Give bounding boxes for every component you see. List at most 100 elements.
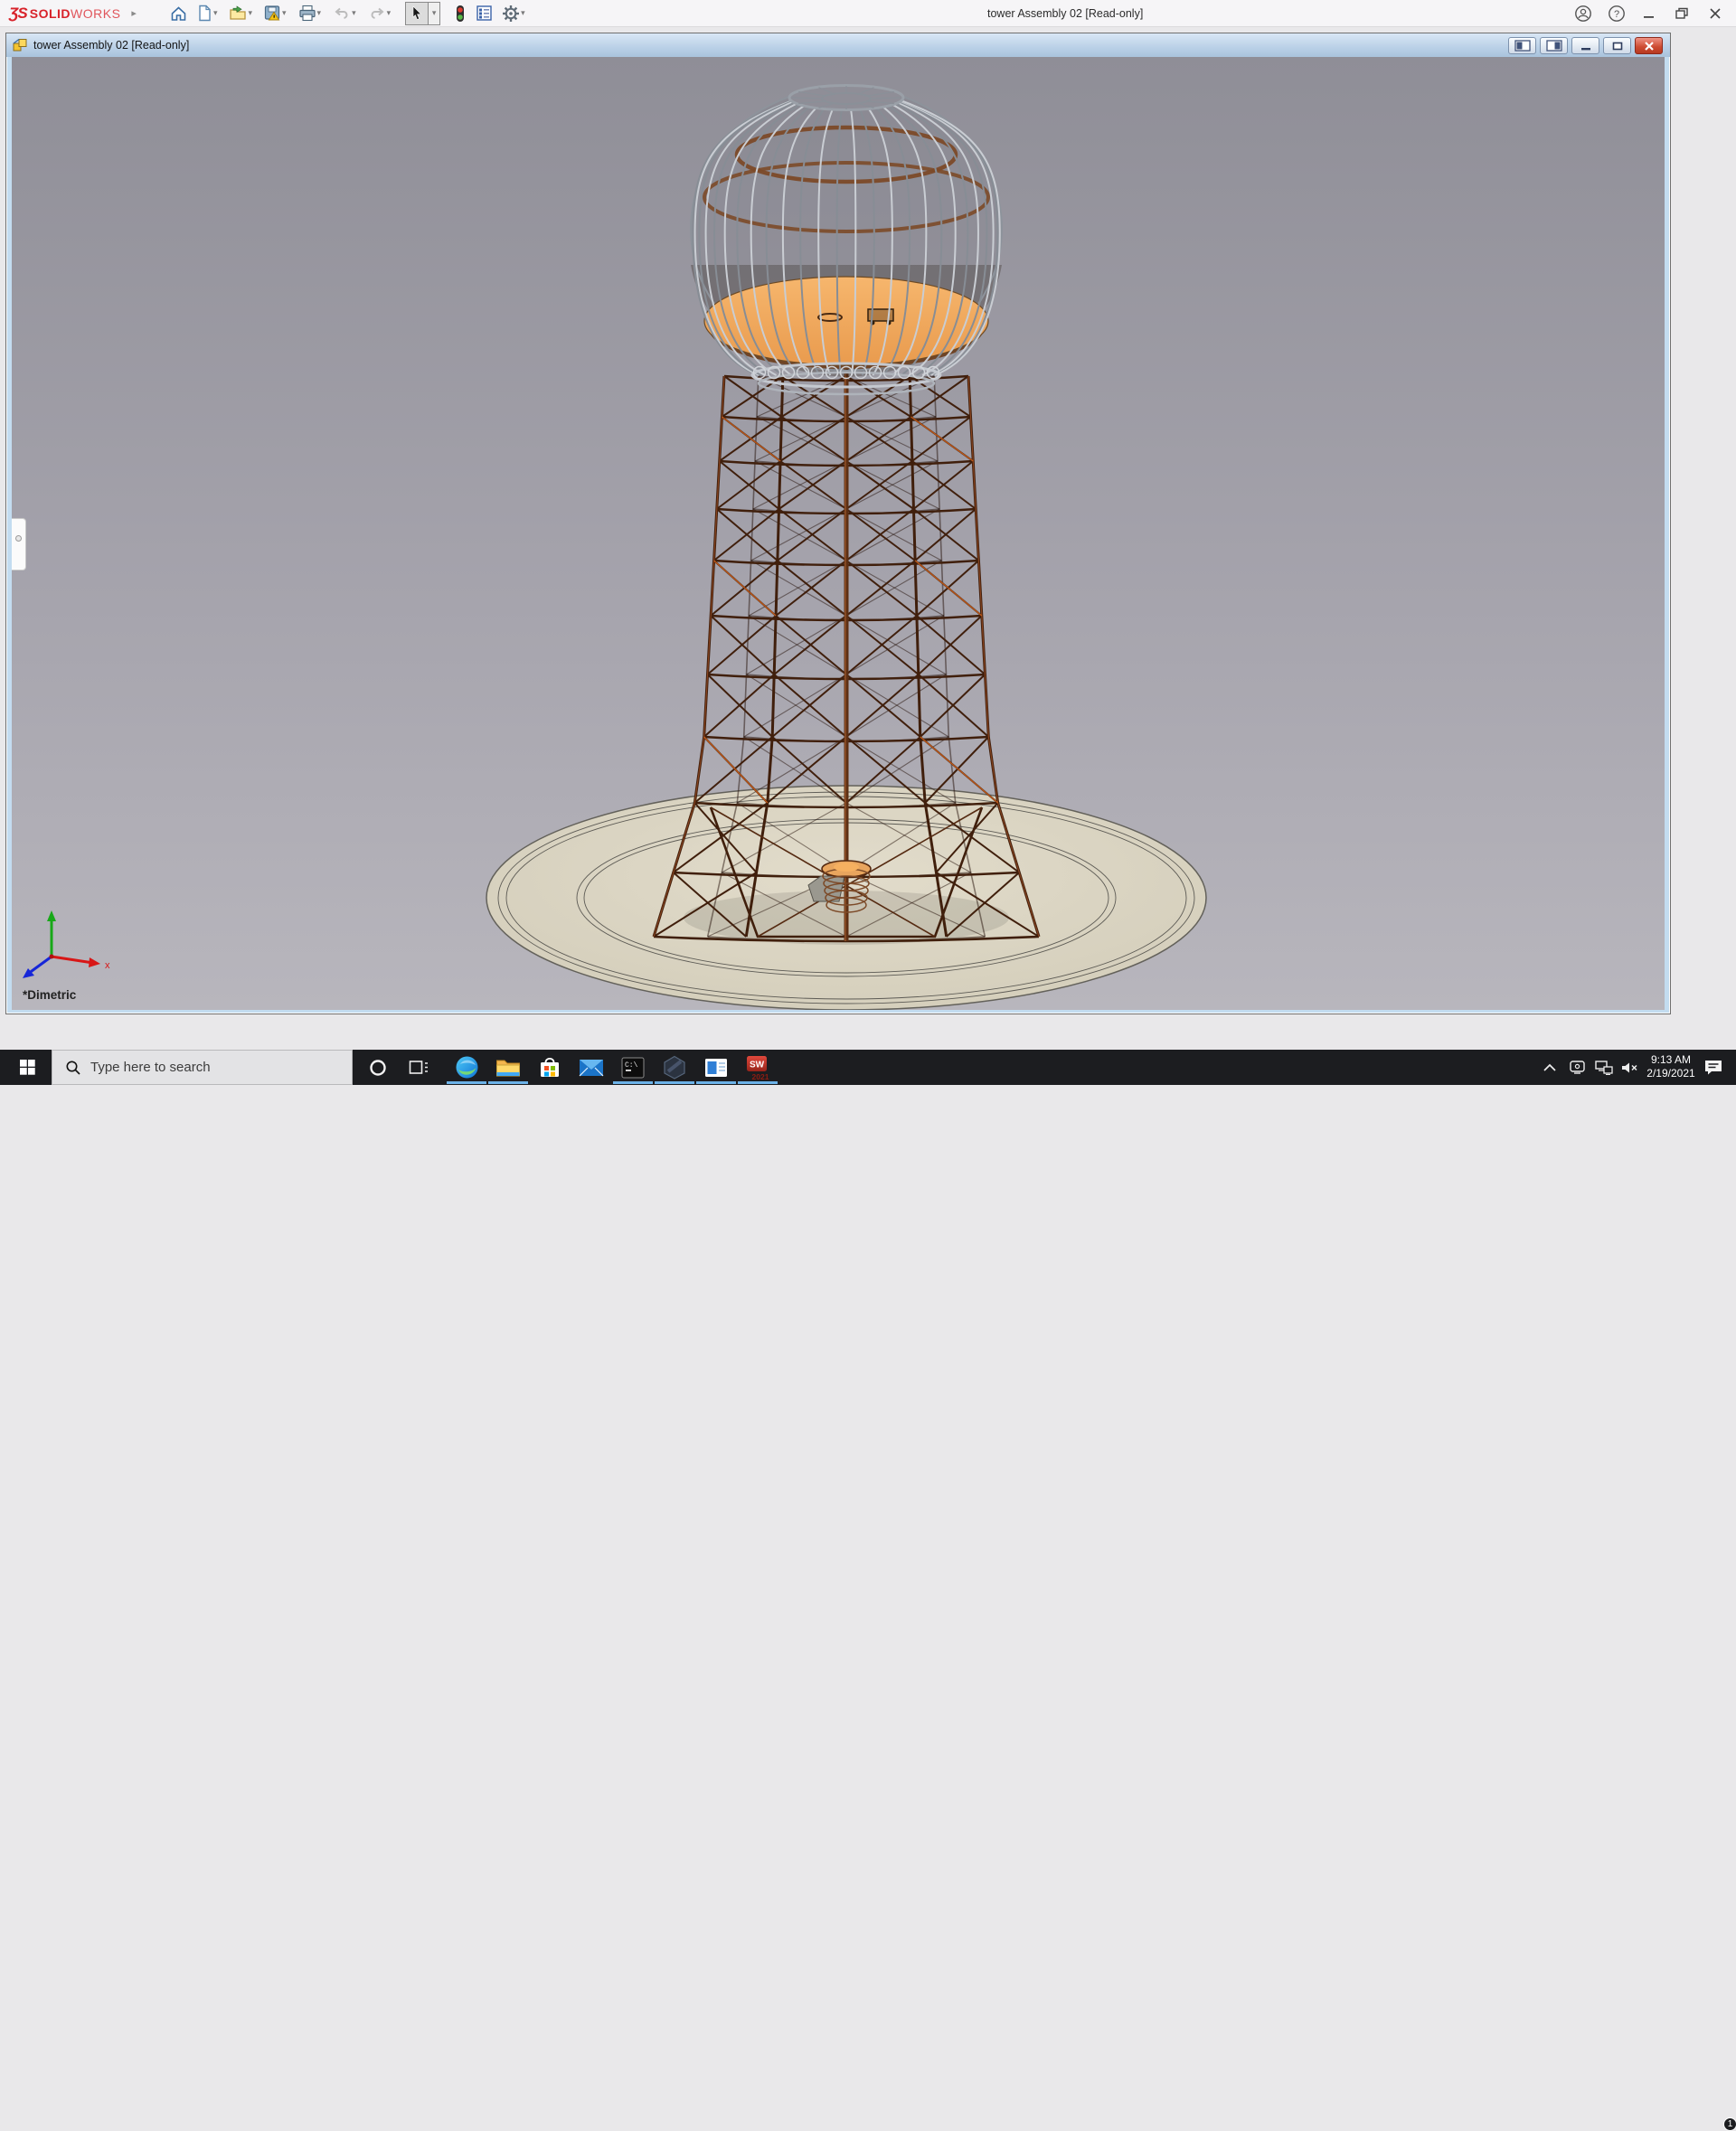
splitter-handle-icon [15, 535, 22, 542]
undo-dropdown[interactable]: ▾ [352, 8, 356, 18]
rebuild-button[interactable] [451, 2, 469, 25]
save-dropdown[interactable]: ▾ [282, 8, 287, 18]
document-window: tower Assembly 02 [Read-only] x *Dimetri… [5, 33, 1671, 1014]
taskbar-blue-window-app-button[interactable] [696, 1050, 736, 1085]
app-close-button[interactable] [1702, 1, 1729, 26]
chevron-up-icon [1543, 1062, 1557, 1073]
tray-date: 2/19/2021 [1638, 1067, 1703, 1080]
running-indicator [738, 1081, 778, 1084]
start-button[interactable] [7, 1050, 47, 1085]
taskbar-file-explorer-button[interactable] [488, 1050, 528, 1085]
account-icon [1574, 5, 1592, 23]
dome-cage [691, 86, 1002, 395]
task-view-button[interactable] [403, 1050, 434, 1085]
account-button[interactable] [1570, 1, 1597, 26]
minimize-icon [1642, 6, 1656, 21]
undo-button[interactable]: ▾ [330, 2, 362, 25]
taskbar-mail-button[interactable] [571, 1050, 611, 1085]
graphics-viewport[interactable]: x *Dimetric [12, 57, 1665, 1010]
taskbar-search[interactable] [52, 1050, 353, 1085]
hexagon-app-icon [663, 1055, 686, 1080]
running-indicator [488, 1081, 528, 1084]
running-indicator [696, 1081, 736, 1084]
svg-text:SW: SW [750, 1060, 765, 1070]
save-icon [264, 5, 281, 22]
taskbar-hexagon-app-button[interactable] [655, 1050, 694, 1085]
feature-manager-collapsed-tab[interactable] [12, 518, 26, 570]
tray-network-button[interactable] [1591, 1050, 1617, 1085]
network-icon [1595, 1060, 1613, 1075]
new-document-dropdown[interactable]: ▾ [213, 8, 218, 18]
task-view-icon [409, 1059, 429, 1077]
taskbar-edge-button[interactable] [447, 1050, 486, 1085]
search-input[interactable] [89, 1059, 315, 1076]
document-titlebar[interactable]: tower Assembly 02 [Read-only] [6, 33, 1670, 57]
svg-text:2021: 2021 [752, 1072, 769, 1080]
tray-device-sync-button[interactable] [1564, 1050, 1590, 1085]
app-titlebar: ƷS SOLID WORKS ▸ ▾ ▾ ▾ ▾ ▾ ▾ [0, 0, 1736, 27]
doc-split-left-button[interactable] [1508, 37, 1536, 54]
print-button[interactable]: ▾ [296, 2, 327, 25]
taskbar-solidworks-button[interactable]: SW 2021 [738, 1050, 778, 1085]
undo-icon [333, 5, 351, 22]
windows-taskbar: C:\ SW 2021 9:13 AM 2/19/2021 1 [0, 1050, 1736, 1085]
redo-button[interactable]: ▾ [365, 2, 397, 25]
help-button[interactable]: ? [1603, 1, 1630, 26]
taskbar-command-prompt-button[interactable]: C:\ [613, 1050, 653, 1085]
options-button[interactable]: ▾ [499, 2, 531, 25]
device-sync-icon [1569, 1060, 1586, 1075]
show-hidden-icons-button[interactable] [1537, 1050, 1562, 1085]
redo-dropdown[interactable]: ▾ [387, 8, 392, 18]
svg-text:C:\: C:\ [625, 1061, 638, 1070]
app-window-title: tower Assembly 02 [Read-only] [987, 7, 1143, 20]
options-dropdown[interactable]: ▾ [521, 8, 525, 18]
open-icon [229, 5, 247, 22]
blue-window-app-icon [704, 1058, 728, 1078]
select-cursor-icon [409, 5, 425, 22]
gear-icon [502, 5, 520, 23]
cortana-icon [368, 1058, 388, 1078]
print-dropdown[interactable]: ▾ [317, 8, 322, 18]
doc-restore-button[interactable] [1603, 37, 1631, 54]
properties-list-icon [476, 5, 493, 22]
properties-button[interactable] [473, 2, 495, 25]
windows-start-icon [20, 1060, 35, 1075]
tray-clock[interactable]: 9:13 AM 2/19/2021 [1638, 1053, 1703, 1081]
running-indicator [655, 1081, 694, 1084]
doc-close-button[interactable] [1635, 37, 1663, 54]
microsoft-store-icon [538, 1055, 561, 1080]
home-icon [170, 5, 187, 22]
view-orientation-label: *Dimetric [23, 988, 76, 1002]
save-button[interactable]: ▾ [261, 2, 292, 25]
open-dropdown[interactable]: ▾ [248, 8, 252, 18]
app-restore-button[interactable] [1669, 1, 1696, 26]
command-prompt-icon: C:\ [621, 1057, 645, 1079]
mail-icon [579, 1058, 604, 1078]
doc-minimize-icon [1580, 41, 1592, 52]
select-tool-dropdown[interactable]: ▾ [429, 2, 440, 25]
select-tool-button[interactable]: ▾ [405, 2, 440, 25]
new-document-button[interactable]: ▾ [193, 2, 223, 25]
tray-time: 9:13 AM [1638, 1053, 1703, 1067]
cortana-button[interactable] [363, 1050, 392, 1085]
running-indicator [447, 1081, 486, 1084]
doc-split-right-button[interactable] [1540, 37, 1568, 54]
doc-minimize-button[interactable] [1571, 37, 1599, 54]
traffic-light-icon [454, 5, 467, 23]
open-button[interactable]: ▾ [226, 2, 258, 25]
home-button[interactable] [167, 2, 190, 25]
new-document-icon [196, 5, 212, 22]
running-indicator [613, 1081, 653, 1084]
svg-text:x: x [105, 960, 110, 971]
print-icon [298, 5, 316, 22]
app-minimize-button[interactable] [1636, 1, 1663, 26]
restore-icon [1675, 6, 1690, 21]
split-left-icon [1514, 40, 1531, 52]
taskbar-store-button[interactable] [530, 1050, 570, 1085]
action-center-button[interactable] [1702, 1050, 1725, 1085]
doc-restore-icon [1611, 41, 1624, 52]
ds-logo-glyph: ƷS [9, 5, 27, 23]
notification-count-badge: 1 [1723, 2117, 1736, 2131]
menu-expand-arrow-icon[interactable]: ▸ [131, 7, 137, 19]
3d-model-canvas[interactable]: x [12, 57, 1665, 1010]
